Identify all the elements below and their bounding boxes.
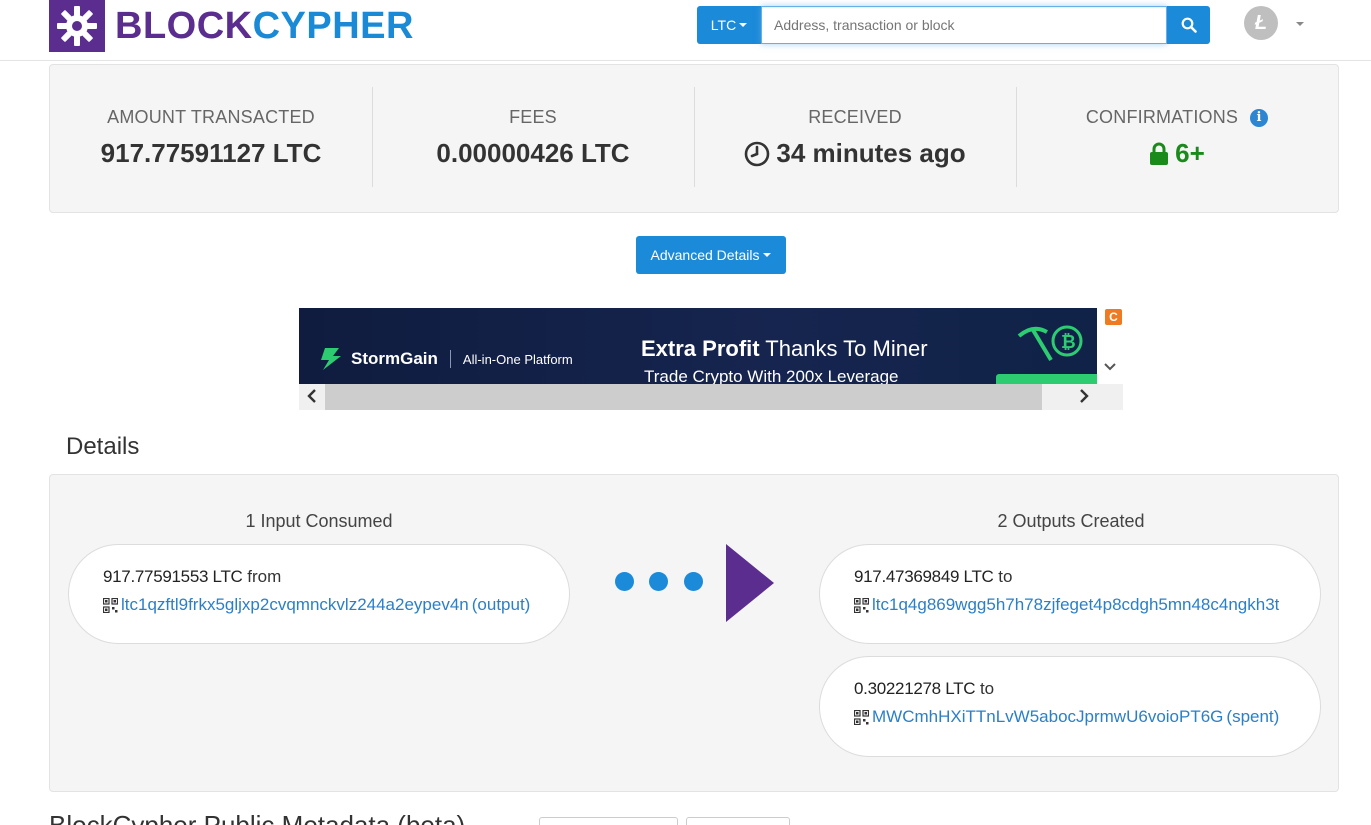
logo-gear-icon [49,0,105,52]
input-item: 917.77591553 LTC from ltc1qzftl9frkx5glj… [68,544,570,644]
output-address-link[interactable]: ltc1q4g869wgg5h7h78zjfeget4p8cdgh5mn48c4… [872,595,1279,615]
confirmations-value-row: 6+ [1016,138,1338,169]
output-amount: 0.30221278 LTC [854,679,976,698]
input-address-row: ltc1qzftl9frkx5gljxp2cvqmnckvlz244a2eype… [103,595,535,615]
ad-choices-icon[interactable]: C [1105,309,1122,325]
fees-value: 0.00000426 LTC [436,138,630,168]
fees-stat: FEES 0.00000426 LTC [372,65,694,212]
flow-dot [684,572,703,591]
output-amount-row: 917.47369849 LTC to [854,567,1286,587]
amount-transacted-stat: AMOUNT TRANSACTED 917.77591127 LTC [50,65,372,212]
confirmations-label: CONFIRMATIONS [1085,107,1239,127]
ad-brand: StormGain All-in-One Platform [319,348,573,370]
qr-code-icon[interactable] [854,709,869,725]
confirmations-label-row: CONFIRMATIONS i [1016,107,1338,128]
input-status-link[interactable]: (output) [472,595,531,615]
confirmations-stat: CONFIRMATIONS i 6+ [1016,65,1338,212]
amount-transacted-value: 917.77591127 LTC [100,138,322,168]
output-address-row: ltc1q4g869wgg5h7h78zjfeget4p8cdgh5mn48c4… [854,595,1286,615]
stormgain-bolt-icon [321,348,341,370]
details-panel: 1 Input Consumed 2 Outputs Created 917.7… [49,474,1339,792]
output-direction: to [979,679,995,698]
output-amount-row: 0.30221278 LTC to [854,679,1286,699]
coin-selector-label: LTC [710,17,737,33]
ad-subline: Trade Crypto With 200x Leverage [644,367,899,384]
ad-cta-button[interactable] [996,374,1097,384]
info-icon[interactable]: i [1250,109,1269,127]
received-stat: RECEIVED 34 minutes ago [694,65,1016,212]
clock-icon [745,141,770,166]
output-direction: to [998,567,1013,586]
svg-text:₿: ₿ [1061,332,1076,353]
output-amount: 917.47369849 LTC [854,567,994,586]
metadata-tab[interactable] [539,817,678,825]
inputs-title: 1 Input Consumed [245,511,393,531]
output-address-link[interactable]: MWCmhHXiTTnLvW5abocJprmwU6voioPT6G [872,707,1223,727]
advanced-details-button[interactable]: Advanced Details [636,236,786,274]
logo-text-cypher: CYPHER [252,5,414,47]
logo-text-block: BLOCK [115,5,253,47]
ad-scrollbar-thumb[interactable] [325,384,1042,410]
output-item: 917.47369849 LTC to ltc1q4g869wgg5h7h78z… [819,544,1321,644]
received-label: RECEIVED [808,107,902,127]
lock-icon [1150,142,1169,165]
chevron-left-icon[interactable] [305,388,319,404]
chevron-down-icon[interactable] [1103,360,1117,374]
litecoin-icon: Ł [1254,11,1268,34]
blockcypher-logo[interactable]: BLOCKCYPHER [49,0,414,52]
coin-selector-button[interactable]: LTC [697,6,761,44]
received-value: 34 minutes ago [776,138,966,168]
search-input[interactable] [761,6,1167,44]
qr-code-icon[interactable] [103,597,118,613]
chevron-down-icon [763,253,772,257]
confirmations-value: 6+ [1175,138,1205,168]
ad-brand-name: StormGain [351,349,438,368]
advertisement: StormGain All-in-One Platform Extra Prof… [299,308,1123,410]
received-value-row: 34 minutes ago [694,138,1016,169]
amount-transacted-label: AMOUNT TRANSACTED [107,107,315,127]
ad-headline-bold: Extra Profit [641,336,760,361]
advanced-details-label: Advanced Details [650,247,760,263]
qr-code-icon[interactable] [854,597,869,613]
ad-headline: Extra Profit Thanks To Miner [641,336,928,362]
ad-brand-divider [449,350,451,368]
search-button[interactable] [1167,6,1210,44]
input-address-link[interactable]: ltc1qzftl9frkx5gljxp2cvqmnckvlz244a2eype… [121,595,469,615]
output-status-link[interactable]: (spent) [1226,707,1279,727]
flow-dot [649,572,668,591]
pickaxe-bitcoin-icon: ₿ [1017,325,1083,362]
details-heading: Details [66,433,140,460]
outputs-title: 2 Outputs Created [997,511,1145,531]
user-menu-chevron-down-icon[interactable] [1296,22,1304,26]
logo-wordmark: BLOCKCYPHER [115,0,414,52]
search-icon [1181,17,1197,33]
ad-headline-rest: Thanks To Miner [759,336,928,361]
litecoin-avatar[interactable]: Ł [1244,6,1278,40]
transaction-summary: AMOUNT TRANSACTED 917.77591127 LTC FEES … [49,64,1339,213]
chevron-down-icon [739,23,748,27]
search-bar: LTC [697,6,1210,44]
input-direction: from [247,567,282,586]
ad-banner[interactable]: StormGain All-in-One Platform Extra Prof… [299,308,1097,384]
ad-brand-sub: All-in-One Platform [462,351,573,367]
output-item: 0.30221278 LTC to MWCmhHXiTTnLvW5abocJpr… [819,656,1321,757]
flow-arrow-icon [726,544,774,622]
top-navbar: BLOCKCYPHER LTC Ł [0,0,1371,61]
chevron-right-icon[interactable] [1077,388,1091,404]
output-address-row: MWCmhHXiTTnLvW5abocJprmwU6voioPT6G (spen… [854,707,1286,727]
metadata-tab[interactable] [686,817,790,825]
input-amount: 917.77591553 LTC [103,567,243,586]
flow-dot [615,572,634,591]
ad-horizontal-scrollbar[interactable] [299,384,1123,410]
fees-label: FEES [509,107,557,127]
input-amount-row: 917.77591553 LTC from [103,567,535,587]
public-metadata-heading: BlockCypher Public Metadata (beta) [49,810,466,825]
